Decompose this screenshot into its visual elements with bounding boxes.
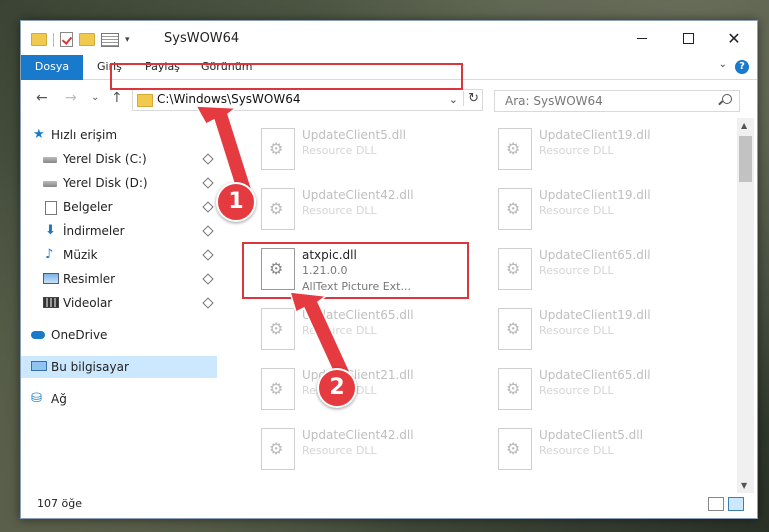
annotation-arrows xyxy=(194,105,352,379)
arrow-step-2 xyxy=(288,291,352,379)
step-1-badge: 1 xyxy=(216,182,256,222)
step-2-badge: 2 xyxy=(317,368,357,408)
